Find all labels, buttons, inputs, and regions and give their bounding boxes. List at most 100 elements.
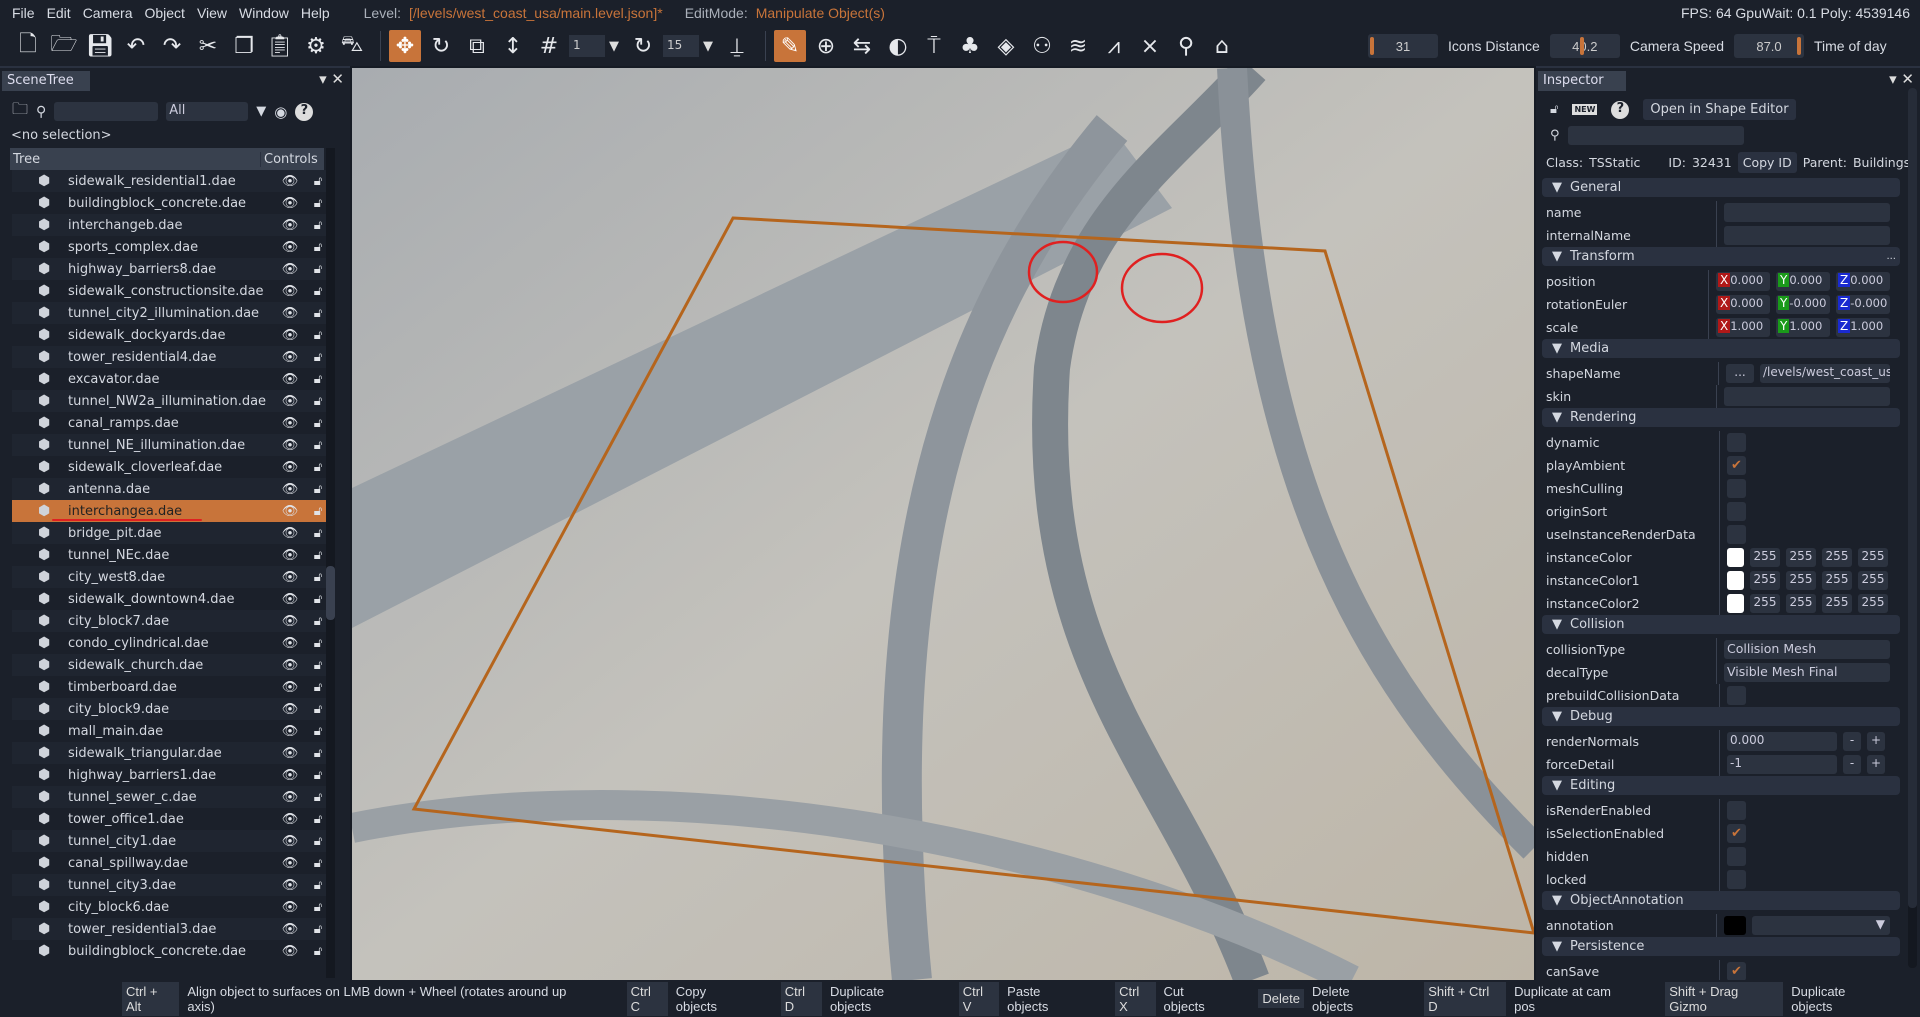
tree-item[interactable]: ⬢ mall_main.dae 👁︎ 🔓︎ <box>12 720 332 742</box>
tree-item[interactable]: ⬢ condo_cylindrical.dae 👁︎ 🔓︎ <box>12 632 332 654</box>
dropdown-arrow-icon[interactable]: ▼ <box>1876 917 1885 931</box>
color-channel-field[interactable]: 255 <box>1750 548 1780 567</box>
menu-object[interactable]: Object <box>144 5 184 21</box>
save-icon[interactable]: 💾︎ <box>84 30 116 62</box>
decalType-dropdown[interactable]: Visible Mesh Final <box>1724 663 1890 682</box>
color-channel-field[interactable]: 255 <box>1822 594 1852 613</box>
help-icon[interactable]: ? <box>1611 100 1630 119</box>
tree-item[interactable]: ⬢ tunnel_city3.dae 👁︎ 🔓︎ <box>12 874 332 896</box>
section-debug[interactable]: ▼ Debug <box>1542 707 1900 726</box>
canSave-checkbox[interactable]: ✔ <box>1727 962 1746 981</box>
tree-item[interactable]: ⬢ timberboard.dae 👁︎ 🔓︎ <box>12 676 332 698</box>
color-channel-field[interactable]: 255 <box>1786 571 1816 590</box>
transform-more-button[interactable]: ... <box>1886 251 1896 262</box>
rotate-icon[interactable]: ↻ <box>425 30 457 62</box>
color-swatch[interactable] <box>1727 548 1744 567</box>
inspector-tab[interactable]: Inspector <box>1538 71 1626 91</box>
visibility-eye-icon[interactable]: 👁︎ <box>276 944 304 959</box>
increment-button[interactable]: + <box>1867 732 1885 751</box>
snap-to-terrain-icon[interactable]: ⍊ <box>721 30 753 62</box>
tree-item[interactable]: ⬢ interchangeb.dae 👁︎ 🔓︎ <box>12 214 332 236</box>
grid-snap-input[interactable]: 1 <box>569 35 605 57</box>
new-file-icon[interactable]: 🗋 <box>12 30 44 62</box>
collapse-arrow-icon[interactable]: ▼ <box>1552 893 1562 908</box>
tree-item[interactable]: ⬢ tunnel_city2_illumination.dae 👁︎ 🔓︎ <box>12 302 332 324</box>
tree-item[interactable]: ⬢ tunnel_sewer_c.dae 👁︎ 🔓︎ <box>12 786 332 808</box>
collisionType-dropdown[interactable]: Collision Mesh <box>1724 640 1890 659</box>
tree-item[interactable]: ⬢ sidewalk_residential1.dae 👁︎ 🔓︎ <box>12 170 332 192</box>
position-y-field[interactable]: Y 0.000 <box>1776 272 1830 291</box>
tree-item[interactable]: ⬢ sidewalk_cloverleaf.dae 👁︎ 🔓︎ <box>12 456 332 478</box>
panel-menu-close-icons[interactable]: ▾ ✕ <box>319 70 344 88</box>
visibility-eye-icon[interactable]: 👁︎ <box>276 482 304 497</box>
color-channel-field[interactable]: 255 <box>1858 571 1888 590</box>
internal-name-input[interactable] <box>1724 226 1890 245</box>
color-channel-field[interactable]: 255 <box>1822 548 1852 567</box>
visibility-eye-icon[interactable]: 👁︎ <box>276 218 304 233</box>
tree-item[interactable]: ⬢ tower_residential4.dae 👁︎ 🔓︎ <box>12 346 332 368</box>
tree-item[interactable]: ⬢ city_block9.dae 👁︎ 🔓︎ <box>12 698 332 720</box>
decrement-button[interactable]: - <box>1843 732 1861 751</box>
visibility-eye-icon[interactable]: 👁︎ <box>276 768 304 783</box>
tree-item[interactable]: ⬢ highway_barriers1.dae 👁︎ 🔓︎ <box>12 764 332 786</box>
shape-name-input[interactable]: /levels/west_coast_usa <box>1760 364 1890 383</box>
lock-icon[interactable]: 🔓︎ <box>1550 102 1558 117</box>
tree-item[interactable]: ⬢ tower_residential3.dae 👁︎ 🔓︎ <box>12 918 332 940</box>
tree-item[interactable]: ⬢ buildingblock_concrete.dae 👁︎ 🔓︎ <box>12 192 332 214</box>
tree-item[interactable]: ⬢ buildingblock_concrete.dae 👁︎ 🔓︎ <box>12 940 332 962</box>
playAmbient-checkbox[interactable]: ✔ <box>1727 456 1746 475</box>
terrain-icon[interactable]: ◐ <box>882 30 914 62</box>
tree-item[interactable]: ⬢ sports_complex.dae 👁︎ 🔓︎ <box>12 236 332 258</box>
mesh-road-icon[interactable]: ⩘ <box>1098 30 1130 62</box>
open-shape-editor-button[interactable]: Open in Shape Editor <box>1643 99 1796 120</box>
visibility-eye-icon[interactable]: 👁︎ <box>276 262 304 277</box>
tree-item[interactable]: ⬢ highway_barriers8.dae 👁︎ 🔓︎ <box>12 258 332 280</box>
tree-item[interactable]: ⬢ sidewalk_constructionsite.dae 👁︎ 🔓︎ <box>12 280 332 302</box>
visibility-eye-icon[interactable]: 👁︎ <box>276 372 304 387</box>
sites-icon[interactable]: ⨯ <box>1134 30 1166 62</box>
position-x-field[interactable]: X 0.000 <box>1716 272 1770 291</box>
visibility-eye-icon[interactable]: 👁︎ <box>276 526 304 541</box>
collapse-arrow-icon[interactable]: ▼ <box>1552 341 1562 356</box>
scale-icon[interactable]: ⧉ <box>461 30 493 62</box>
rotate-snap-input[interactable]: 15 <box>663 35 699 57</box>
tree-item[interactable]: ⬢ sidewalk_dockyards.dae 👁︎ 🔓︎ <box>12 324 332 346</box>
tree-scrollbar[interactable] <box>326 148 335 978</box>
section-annotation[interactable]: ▼ ObjectAnnotation <box>1542 891 1900 910</box>
tree-item[interactable]: ⬢ city_west8.dae 👁︎ 🔓︎ <box>12 566 332 588</box>
world-local-axis-icon[interactable]: ↕ <box>497 30 529 62</box>
collapse-arrow-icon[interactable]: ▼ <box>1552 617 1562 632</box>
add-folder-icon[interactable]: 🗀 <box>12 98 28 125</box>
tree-item[interactable]: ⬢ city_block7.dae 👁︎ 🔓︎ <box>12 610 332 632</box>
visibility-eye-icon[interactable]: 👁︎ <box>276 504 304 519</box>
color-channel-field[interactable]: 255 <box>1786 548 1816 567</box>
rotate-snap-icon[interactable]: ↻ <box>627 30 659 62</box>
visibility-eye-icon[interactable]: 👁︎ <box>276 724 304 739</box>
copy-icon[interactable]: ❐ <box>228 30 260 62</box>
icons-distance-slider[interactable]: 40.2 <box>1549 34 1620 58</box>
visibility-eye-icon[interactable]: 👁︎ <box>276 636 304 651</box>
tree-item[interactable]: ⬢ tunnel_NW2a_illumination.dae 👁︎ 🔓︎ <box>12 390 332 412</box>
visibility-eye-icon[interactable]: 👁︎ <box>276 570 304 585</box>
tree-item[interactable]: ⬢ bridge_pit.dae 👁︎ 🔓︎ <box>12 522 332 544</box>
copy-id-button[interactable]: Copy ID <box>1737 152 1797 173</box>
collapse-arrow-icon[interactable]: ▼ <box>1552 709 1562 724</box>
color-swatch[interactable] <box>1727 571 1744 590</box>
tree-item[interactable]: ⬢ tunnel_city1.dae 👁︎ 🔓︎ <box>12 830 332 852</box>
3d-viewport[interactable] <box>352 68 1534 980</box>
dynamic-checkbox[interactable] <box>1727 433 1746 452</box>
locked-checkbox[interactable] <box>1727 870 1746 889</box>
useInstanceRenderData-checkbox[interactable] <box>1727 525 1746 544</box>
visibility-eye-icon[interactable]: 👁︎ <box>276 592 304 607</box>
color-channel-field[interactable]: 255 <box>1750 571 1780 590</box>
collapse-arrow-icon[interactable]: ▼ <box>1552 939 1562 954</box>
skin-input[interactable] <box>1724 387 1890 406</box>
visibility-eye-icon[interactable]: 👁︎ <box>276 900 304 915</box>
speed-slider[interactable]: 31 <box>1368 34 1438 58</box>
visibility-eye-icon[interactable]: 👁︎ <box>276 746 304 761</box>
visibility-eye-icon[interactable]: 👁︎ <box>276 680 304 695</box>
tree-item[interactable]: ⬢ tower_office1.dae 👁︎ 🔓︎ <box>12 808 332 830</box>
broadcast-icon[interactable]: ◉ <box>274 103 287 121</box>
section-transform[interactable]: ▼ Transform... <box>1542 247 1900 266</box>
visibility-eye-icon[interactable]: 👁︎ <box>276 240 304 255</box>
